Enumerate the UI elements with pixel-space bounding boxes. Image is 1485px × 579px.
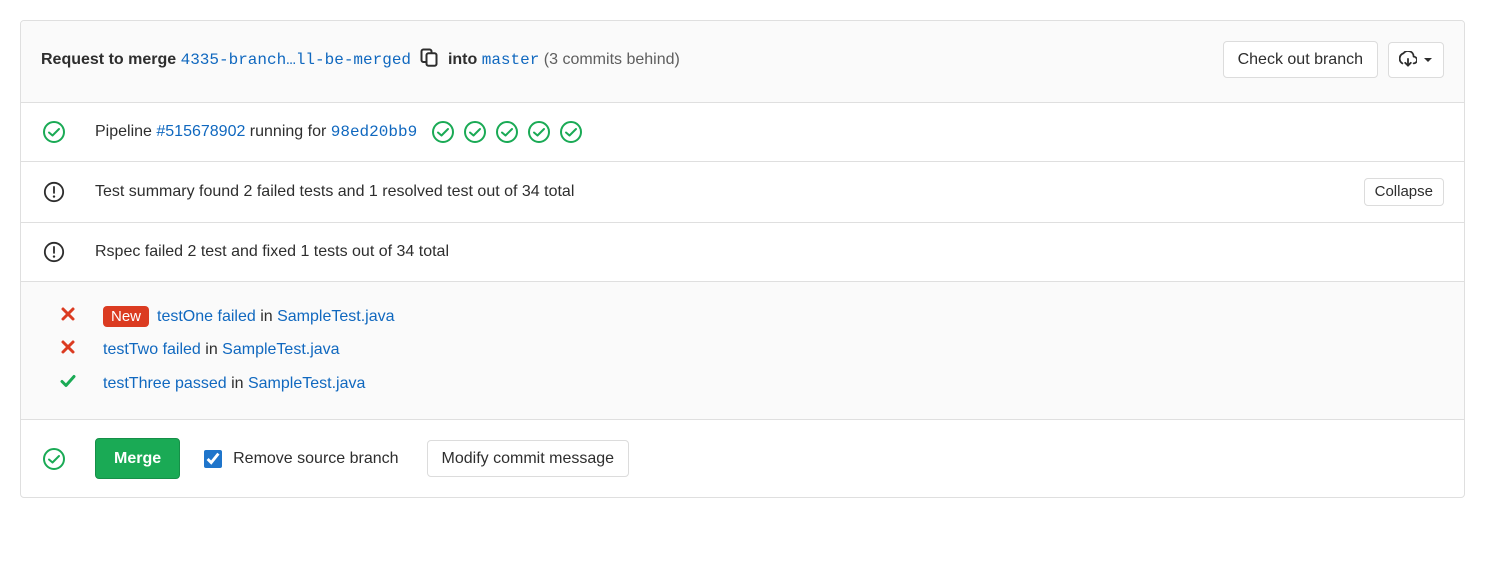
test-3-file-link[interactable]: SampleTest.java (248, 375, 365, 392)
warning-icon (41, 239, 67, 265)
stage-2-passed-icon[interactable] (463, 120, 487, 144)
in-label: in (227, 375, 248, 392)
download-icon (1399, 51, 1417, 69)
test-row-1: New testOne failed in SampleTest.java (41, 300, 1444, 333)
copy-branch-icon[interactable] (419, 54, 443, 71)
warning-icon (41, 179, 67, 205)
test-row-3: testThree passed in SampleTest.java (41, 366, 1444, 401)
new-badge: New (103, 306, 149, 327)
header-section: Request to merge 4335-branch…ll-be-merge… (21, 21, 1464, 103)
test-3-link[interactable]: testThree passed (103, 375, 227, 392)
merge-button[interactable]: Merge (95, 438, 180, 479)
in-label: in (201, 341, 222, 358)
remove-source-branch-checkbox[interactable] (204, 450, 222, 468)
download-dropdown-button[interactable] (1388, 42, 1444, 78)
target-branch-link[interactable]: master (482, 51, 540, 69)
pass-icon (41, 372, 95, 395)
pipeline-id-link[interactable]: #515678902 (156, 123, 245, 140)
stage-5-passed-icon[interactable] (559, 120, 583, 144)
pipeline-text: Pipeline #515678902 running for 98ed20bb… (95, 123, 417, 141)
stage-3-passed-icon[interactable] (495, 120, 519, 144)
test-1-text: testOne failed in SampleTest.java (157, 308, 394, 326)
stage-4-passed-icon[interactable] (527, 120, 551, 144)
source-branch-link[interactable]: 4335-branch…ll-be-merged (181, 51, 411, 69)
test-suite-section: Rspec failed 2 test and fixed 1 tests ou… (21, 223, 1464, 282)
commit-sha-link[interactable]: 98ed20bb9 (331, 123, 417, 141)
test-summary-section: Test summary found 2 failed tests and 1 … (21, 162, 1464, 223)
tests-detail-section: New testOne failed in SampleTest.java te… (21, 282, 1464, 420)
commits-behind-label: (3 commits behind) (544, 51, 680, 68)
pipeline-status-icon (41, 119, 67, 145)
test-1-file-link[interactable]: SampleTest.java (277, 308, 394, 325)
merge-request-widget: Request to merge 4335-branch…ll-be-merge… (20, 20, 1465, 498)
checkout-branch-button[interactable]: Check out branch (1223, 41, 1378, 78)
test-2-link[interactable]: testTwo failed (103, 341, 201, 358)
into-label: into (448, 51, 477, 68)
pipeline-stages (431, 120, 583, 144)
collapse-button[interactable]: Collapse (1364, 178, 1444, 206)
test-2-file-link[interactable]: SampleTest.java (222, 341, 339, 358)
test-2-text: testTwo failed in SampleTest.java (103, 341, 340, 359)
test-3-text: testThree passed in SampleTest.java (103, 375, 365, 393)
stage-1-passed-icon[interactable] (431, 120, 455, 144)
merge-ref-text: Request to merge 4335-branch…ll-be-merge… (41, 47, 680, 72)
test-1-link[interactable]: testOne failed (157, 308, 256, 325)
request-to-merge-label: Request to merge (41, 51, 176, 68)
test-row-2: testTwo failed in SampleTest.java (41, 333, 1444, 366)
modify-commit-message-button[interactable]: Modify commit message (427, 440, 630, 477)
fail-icon (41, 339, 95, 360)
merge-section: Merge Remove source branch Modify commit… (21, 420, 1464, 497)
pipeline-section: Pipeline #515678902 running for 98ed20bb… (21, 103, 1464, 162)
test-suite-text: Rspec failed 2 test and fixed 1 tests ou… (95, 243, 449, 261)
in-label: in (256, 308, 277, 325)
fail-icon (41, 306, 95, 327)
merge-status-icon (41, 446, 67, 472)
remove-source-branch-option[interactable]: Remove source branch (200, 447, 398, 471)
caret-down-icon (1423, 55, 1433, 65)
pipeline-label: Pipeline (95, 123, 156, 140)
remove-source-branch-label: Remove source branch (233, 450, 398, 468)
running-for-label: running for (245, 123, 330, 140)
test-summary-text: Test summary found 2 failed tests and 1 … (95, 183, 574, 201)
